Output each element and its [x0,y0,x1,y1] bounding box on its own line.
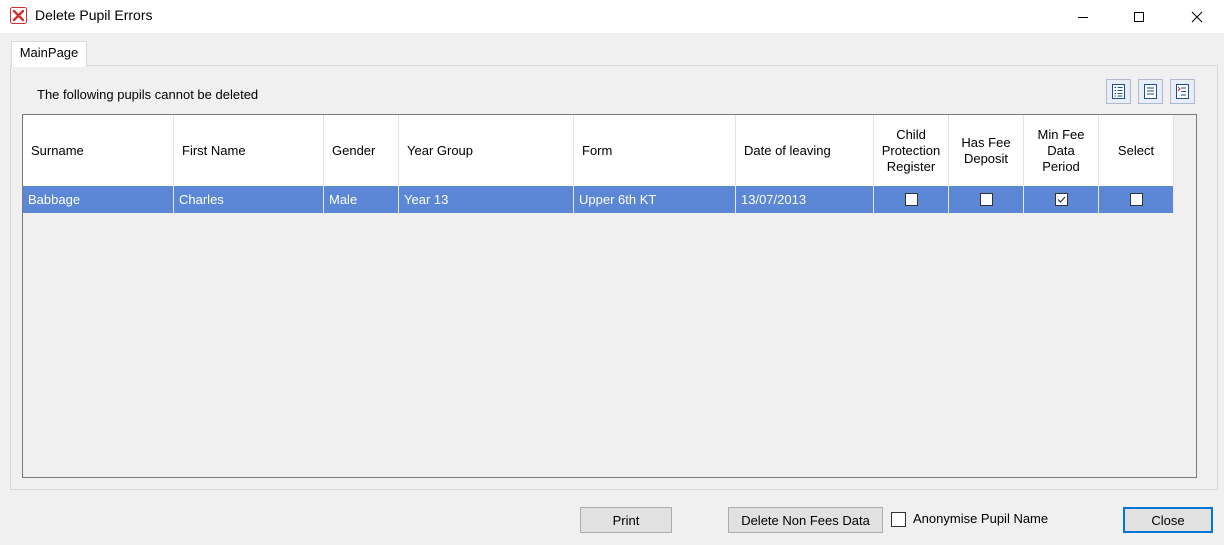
print-button[interactable]: Print [580,507,672,533]
cell-form[interactable]: Upper 6th KT [574,186,736,213]
column-header-min-fee-data-period[interactable]: Min Fee Data Period [1024,115,1099,186]
cell-date-of-leaving[interactable]: 13/07/2013 [736,186,874,213]
table-row[interactable]: Babbage Charles Male Year 13 Upper 6th K… [23,186,1174,213]
title-bar: Delete Pupil Errors [0,0,1224,33]
minimize-icon [1078,16,1088,18]
cell-select[interactable] [1099,186,1174,213]
tab-mainpage[interactable]: MainPage [11,41,87,67]
column-header-first-name[interactable]: First Name [174,115,324,186]
column-header-label: Has Fee Deposit [961,134,1011,166]
cell-first-name[interactable]: Charles [174,186,324,213]
cell-has-fee-deposit[interactable] [949,186,1024,213]
anonymise-pupil-name-label[interactable]: Anonymise Pupil Name [913,511,1048,526]
column-header-surname[interactable]: Surname [23,115,174,186]
column-header-select[interactable]: Select [1099,115,1174,186]
pupil-errors-grid[interactable]: Surname First Name Gender Year Group For… [22,114,1197,478]
column-header-child-protection-register[interactable]: Child Protection Register [874,115,949,186]
cell-min-fee-data-period[interactable] [1024,186,1099,213]
maximize-icon [1134,11,1144,22]
min-fee-data-period-checkbox[interactable] [1054,193,1068,206]
column-header-gender[interactable]: Gender [324,115,399,186]
maximize-button[interactable] [1110,0,1168,33]
delete-error-app-icon [10,7,27,24]
column-header-label: Child Protection Register [881,126,941,174]
close-button[interactable]: Close [1123,507,1213,533]
grid-header: Surname First Name Gender Year Group For… [23,115,1174,186]
column-header-date-of-leaving[interactable]: Date of leaving [736,115,874,186]
window-title: Delete Pupil Errors [35,7,153,23]
checkmark-icon [1057,196,1065,203]
delete-non-fees-data-button[interactable]: Delete Non Fees Data [728,507,883,533]
list-details-button[interactable] [1106,79,1131,104]
cell-child-protection-register[interactable] [874,186,949,213]
minimize-button[interactable] [1054,0,1112,33]
list-select-button[interactable] [1170,79,1195,104]
anonymise-pupil-name-checkbox[interactable] [891,512,906,527]
panel-message: The following pupils cannot be deleted [37,87,259,102]
column-header-has-fee-deposit[interactable]: Has Fee Deposit [949,115,1024,186]
cell-gender[interactable]: Male [324,186,399,213]
column-header-label: Min Fee Data Period [1037,126,1085,174]
list-details-icon [1112,84,1125,99]
list-select-icon [1176,84,1189,99]
select-checkbox[interactable] [1129,193,1143,206]
column-header-year-group[interactable]: Year Group [399,115,574,186]
list-button[interactable] [1138,79,1163,104]
column-header-form[interactable]: Form [574,115,736,186]
has-fee-deposit-checkbox[interactable] [979,193,993,206]
close-window-button[interactable] [1168,0,1224,33]
child-protection-register-checkbox[interactable] [904,193,918,206]
list-icon [1144,84,1157,99]
close-icon [1191,11,1203,22]
cell-surname[interactable]: Babbage [23,186,174,213]
cell-year-group[interactable]: Year 13 [399,186,574,213]
